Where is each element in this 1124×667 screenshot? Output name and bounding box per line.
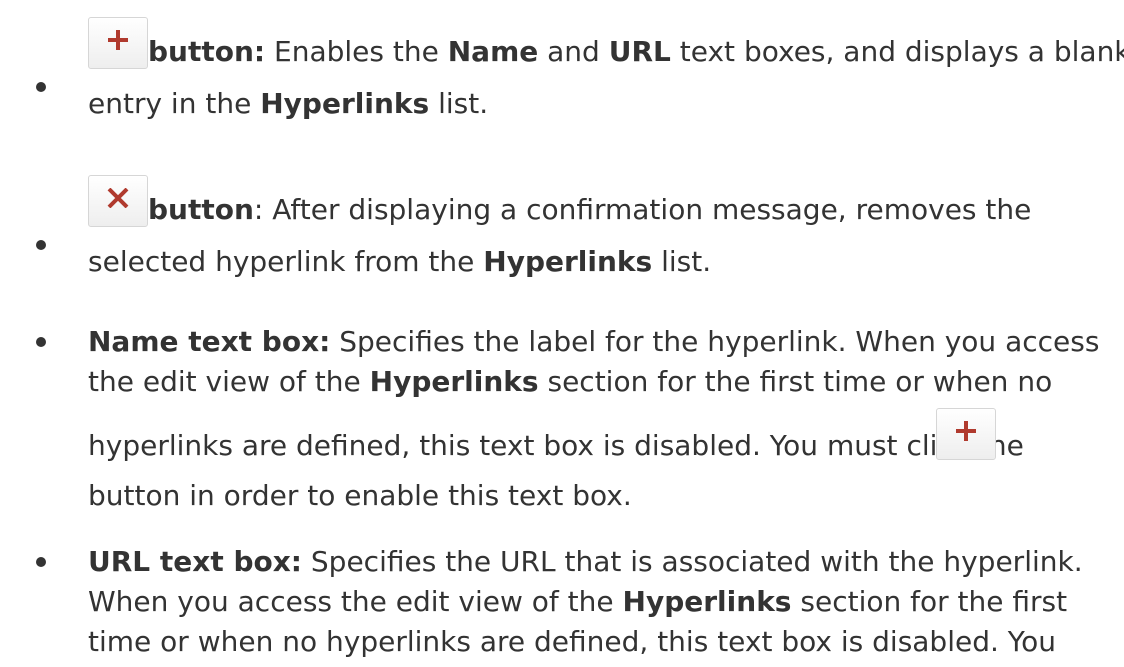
item-text: button: After displaying a confirmation … bbox=[88, 170, 1118, 282]
item-text: button: Enables the Name and URL text bo… bbox=[88, 12, 1124, 124]
bullet bbox=[36, 240, 46, 250]
item-text: URL text box: Specifies the URL that is … bbox=[88, 545, 1083, 658]
add-button[interactable] bbox=[88, 17, 148, 69]
plus-icon bbox=[108, 30, 128, 50]
hyperlinks-term: Hyperlinks bbox=[622, 585, 792, 618]
name-text-box-term: Name text box: bbox=[88, 325, 331, 358]
hyperlinks-term: Hyperlinks bbox=[369, 365, 539, 398]
delete-button[interactable] bbox=[88, 175, 148, 227]
bullet bbox=[36, 557, 46, 567]
url-text-box-term: URL text box: bbox=[88, 545, 302, 578]
hyperlinks-term: Hyperlinks bbox=[260, 87, 430, 120]
bullet bbox=[36, 337, 46, 347]
add-button-inline[interactable] bbox=[936, 408, 996, 460]
item-text: Name text box: Specifies the label for t… bbox=[88, 325, 1100, 512]
hyperlinks-term: Hyperlinks bbox=[483, 245, 653, 278]
name-term: Name bbox=[447, 35, 539, 68]
bullet bbox=[36, 82, 46, 92]
button-term: button bbox=[148, 193, 254, 226]
button-term: button: bbox=[148, 35, 266, 68]
x-icon bbox=[107, 188, 129, 208]
plus-icon bbox=[956, 421, 976, 441]
url-term: URL bbox=[608, 35, 671, 68]
